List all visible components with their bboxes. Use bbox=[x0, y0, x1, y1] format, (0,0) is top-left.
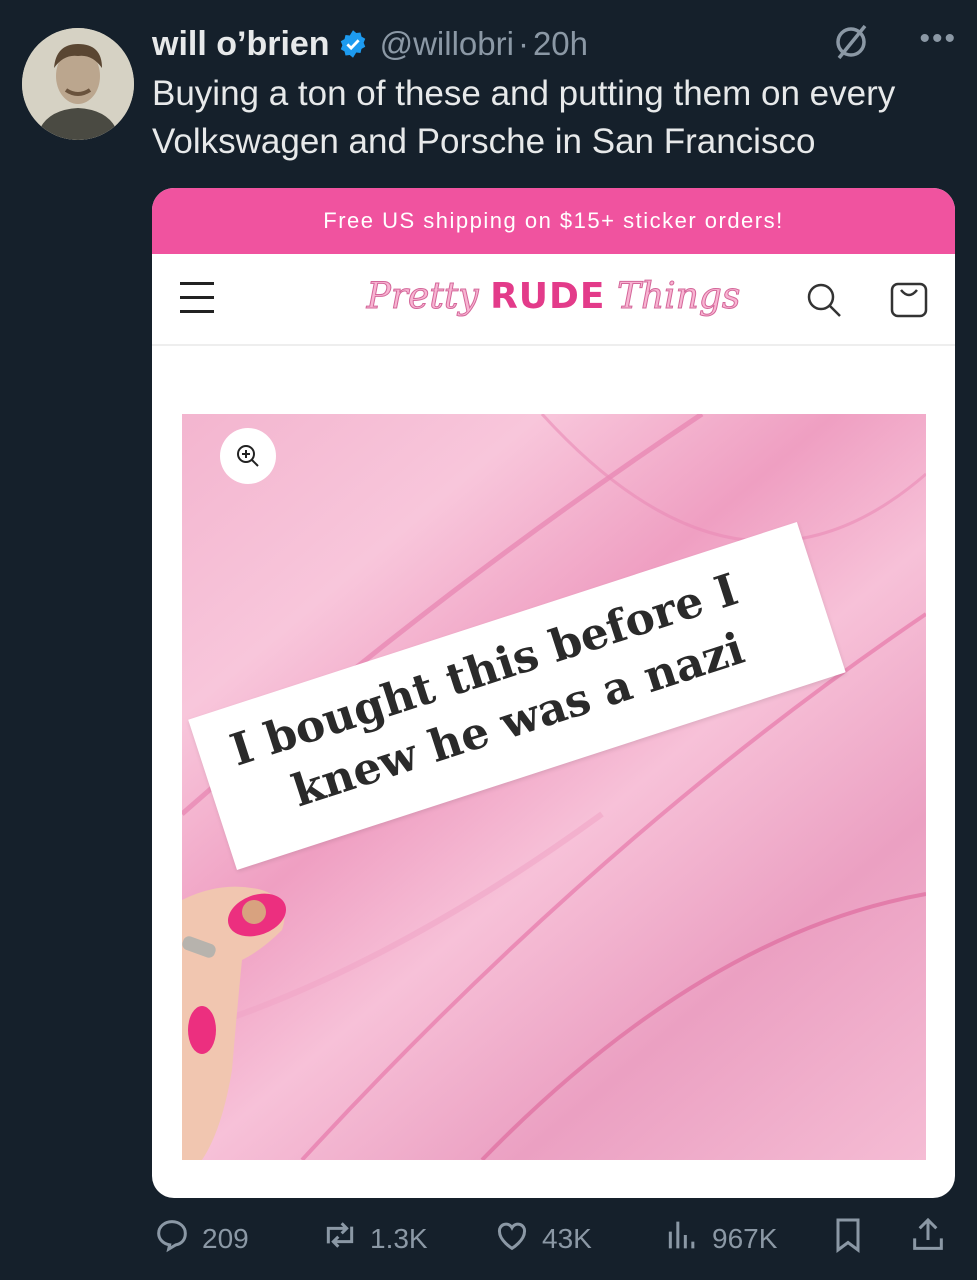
zoom-icon bbox=[220, 428, 276, 484]
reply-count: 209 bbox=[202, 1222, 249, 1254]
repost-icon bbox=[320, 1215, 370, 1262]
views-count: 967K bbox=[712, 1222, 778, 1254]
tweet-header: will o’brien @willobri · 20h ••• bbox=[152, 22, 957, 66]
logo-pretty: Pretty bbox=[366, 276, 479, 318]
logo-rude: RUDE bbox=[490, 276, 606, 317]
display-name[interactable]: will o’brien bbox=[152, 25, 330, 64]
shop-header: Pretty RUDE Things bbox=[152, 254, 955, 346]
views-icon bbox=[662, 1215, 712, 1262]
reply-button[interactable]: 209 bbox=[152, 1215, 249, 1262]
logo-things: Things bbox=[616, 276, 741, 318]
bookmark-icon bbox=[828, 1215, 878, 1262]
separator: · bbox=[517, 25, 529, 62]
product-image: I bought this before I knew he was a naz… bbox=[182, 414, 926, 1160]
more-icon[interactable]: ••• bbox=[919, 22, 957, 56]
repost-count: 1.3K bbox=[370, 1222, 428, 1254]
reply-icon bbox=[152, 1215, 202, 1262]
bookmark-button[interactable] bbox=[828, 1215, 878, 1262]
media-card[interactable]: Free US shipping on $15+ sticker orders!… bbox=[152, 188, 955, 1198]
hand-image bbox=[182, 886, 287, 1160]
like-count: 43K bbox=[542, 1222, 592, 1254]
avatar[interactable] bbox=[22, 28, 134, 140]
tweet-text: Buying a ton of these and putting them o… bbox=[152, 74, 896, 161]
handle[interactable]: @willobri bbox=[380, 25, 514, 63]
search-icon bbox=[804, 280, 844, 325]
share-icon bbox=[908, 1215, 958, 1262]
verified-icon bbox=[338, 29, 368, 59]
grok-icon[interactable] bbox=[833, 22, 869, 67]
like-icon bbox=[492, 1215, 542, 1262]
views-button[interactable]: 967K bbox=[662, 1215, 777, 1262]
like-button[interactable]: 43K bbox=[492, 1215, 592, 1262]
cart-icon bbox=[888, 278, 930, 325]
shipping-banner: Free US shipping on $15+ sticker orders! bbox=[152, 188, 955, 254]
timestamp[interactable]: 20h bbox=[533, 25, 588, 63]
share-button[interactable] bbox=[908, 1215, 958, 1262]
repost-button[interactable]: 1.3K bbox=[320, 1215, 428, 1262]
action-bar: 209 1.3K 43K 967K bbox=[152, 1215, 952, 1265]
